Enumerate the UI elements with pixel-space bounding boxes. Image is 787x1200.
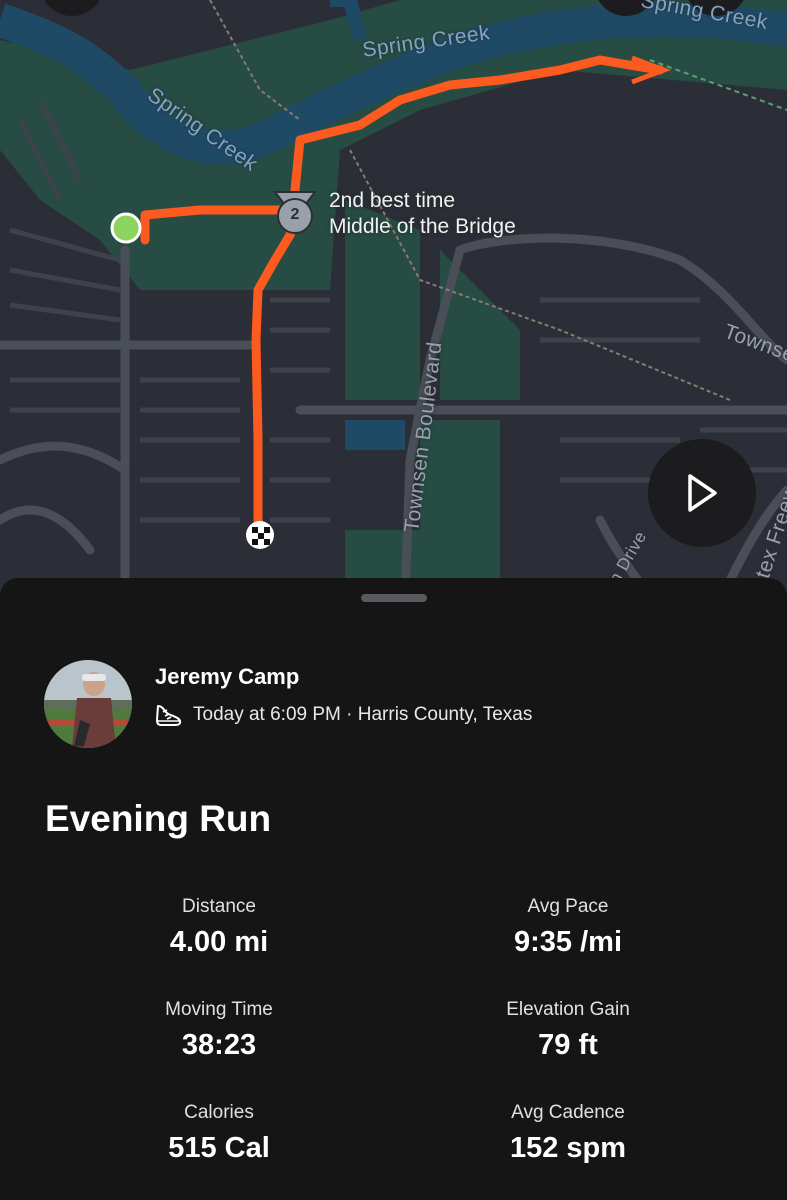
stat-value: 152 spm [509, 1132, 627, 1164]
avatar[interactable] [44, 660, 132, 748]
stat-value: 79 ft [538, 1029, 598, 1061]
medal-rank: 2 [290, 206, 300, 223]
stat-label: Avg Cadence [511, 1102, 625, 1123]
stat-avg-pace: Avg Pace 9:35 /mi [418, 896, 718, 959]
stat-value: 9:35 /mi [514, 926, 622, 958]
segment-achievement-label[interactable]: 2nd best time Middle of the Bridge [329, 188, 516, 240]
activity-meta: Today at 6:09 PM · Harris County, Texas [155, 702, 532, 728]
stat-label: Avg Pace [527, 896, 609, 917]
stat-label: Moving Time [165, 999, 273, 1020]
activity-sheet: Jeremy Camp Today at 6:09 PM · Harris Co… [0, 578, 787, 1200]
stat-distance: Distance 4.00 mi [69, 896, 369, 959]
stat-label: Distance [182, 896, 256, 917]
play-icon [688, 474, 717, 512]
activity-time-location: Today at 6:09 PM · Harris County, Texas [193, 704, 533, 725]
activity-title: Evening Run [45, 798, 272, 839]
segment-name: Middle of the Bridge [329, 215, 516, 238]
stat-value: 515 Cal [168, 1132, 270, 1164]
stat-label: Elevation Gain [506, 999, 630, 1020]
route-map[interactable]: Spring Creek Spring Creek Spring Creek T… [0, 0, 787, 600]
running-shoe-icon [156, 705, 182, 726]
stat-elevation-gain: Elevation Gain 79 ft [418, 999, 718, 1062]
segment-achievement: 2nd best time [329, 189, 456, 212]
stat-moving-time: Moving Time 38:23 [69, 999, 369, 1062]
avatar-photo [44, 660, 132, 748]
stat-label: Calories [184, 1102, 254, 1123]
stat-value: 38:23 [181, 1029, 257, 1061]
play-flyover-button[interactable] [648, 439, 756, 547]
athlete-name[interactable]: Jeremy Camp [155, 664, 299, 690]
sheet-drag-handle[interactable] [361, 594, 427, 602]
stat-avg-cadence: Avg Cadence 152 spm [418, 1102, 718, 1165]
stat-calories: Calories 515 Cal [69, 1102, 369, 1165]
stat-value: 4.00 mi [169, 926, 269, 958]
